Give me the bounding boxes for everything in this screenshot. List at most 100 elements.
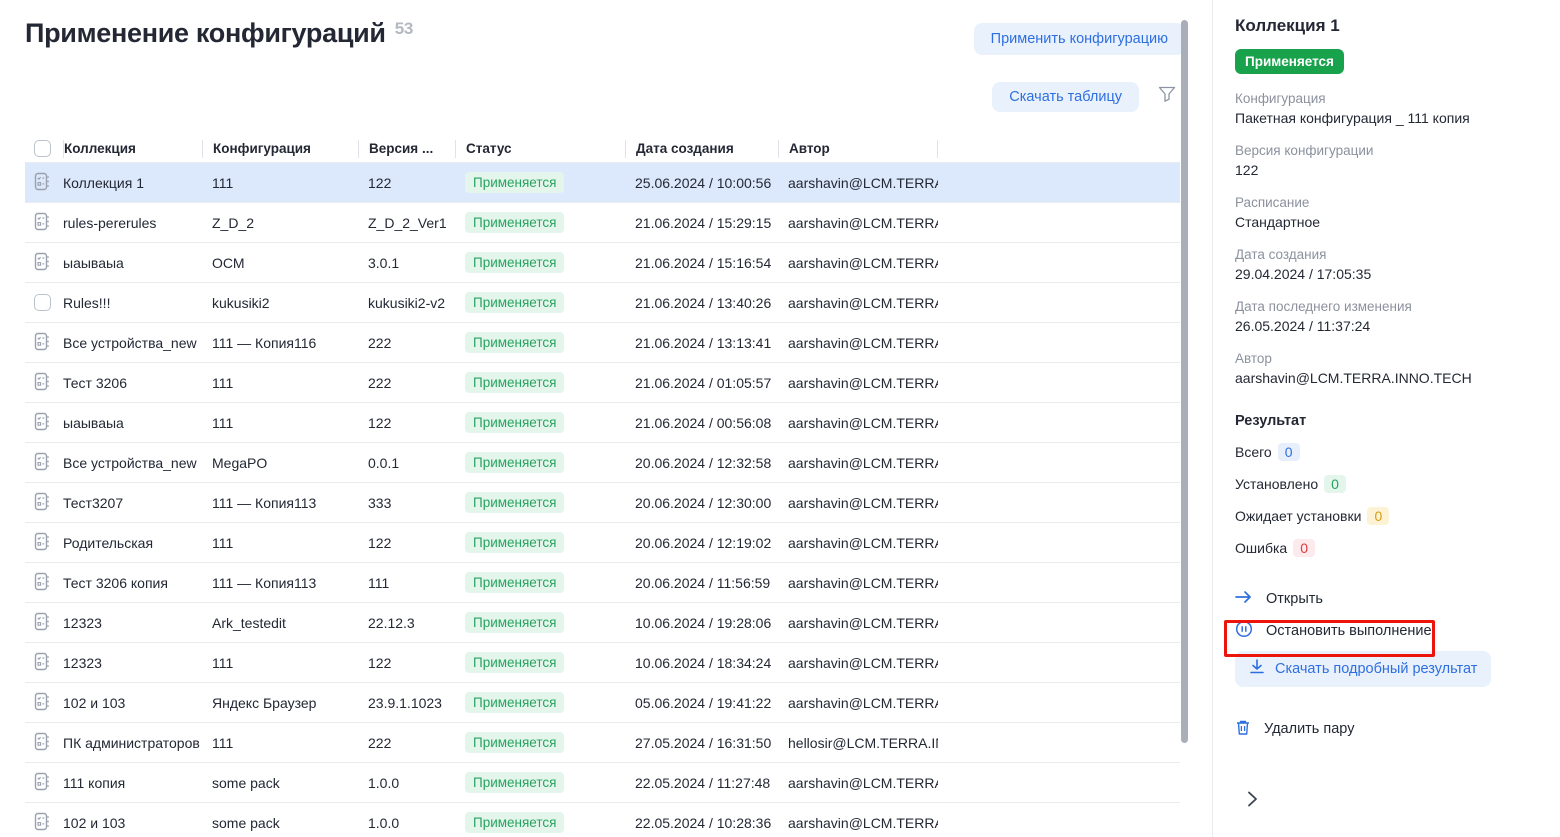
- result-installed: Установлено0: [1235, 475, 1538, 493]
- row-lead: [25, 252, 63, 274]
- status-badge: Применяется: [465, 532, 564, 553]
- download-detailed-result-label: Скачать подробный результат: [1275, 661, 1477, 677]
- cell-created: 27.05.2024 / 16:31:50: [625, 735, 778, 751]
- cell-status: Применяется: [455, 812, 625, 833]
- table-row[interactable]: Все устройства_new MegaPO 0.0.1 Применяе…: [25, 443, 1180, 483]
- table-row[interactable]: Коллекция 1 111 122 Применяется 25.06.20…: [25, 163, 1180, 203]
- table-row[interactable]: rules-pererules Z_D_2 Z_D_2_Ver1 Применя…: [25, 203, 1180, 243]
- field-config-version: Версия конфигурации 122: [1235, 143, 1538, 178]
- cell-collection: Тест 3206: [63, 375, 202, 391]
- status-badge: Применяется: [465, 332, 564, 353]
- cell-collection: Все устройства_new: [63, 455, 202, 471]
- delete-pair-button[interactable]: Удалить пару: [1235, 713, 1538, 745]
- cell-version: 0.0.1: [358, 455, 455, 471]
- page-title-text: Применение конфигураций: [25, 18, 386, 48]
- result-error: Ошибка0: [1235, 539, 1538, 557]
- cell-version: 222: [358, 735, 455, 751]
- stop-execution-button[interactable]: Остановить выполнение: [1235, 615, 1538, 647]
- table-row[interactable]: ПК администраторов 111 222 Применяется 2…: [25, 723, 1180, 763]
- column-header-created: Дата создания: [625, 140, 778, 158]
- table-scrollbar[interactable]: [1181, 0, 1189, 837]
- collapse-panel-button[interactable]: [1245, 790, 1260, 811]
- table-row[interactable]: 102 и 103 some pack 1.0.0 Применяется 22…: [25, 803, 1180, 837]
- cell-collection: Rules!!!: [63, 295, 202, 311]
- table-row[interactable]: 102 и 103 Яндекс Браузер 23.9.1.1023 При…: [25, 683, 1180, 723]
- table-row[interactable]: 12323 111 122 Применяется 10.06.2024 / 1…: [25, 643, 1180, 683]
- row-lead: [25, 652, 63, 674]
- row-count: 53: [395, 19, 413, 38]
- details-panel: Коллекция 1 Применяется Конфигурация Пак…: [1212, 0, 1560, 837]
- table-row[interactable]: 111 копия some pack 1.0.0 Применяется 22…: [25, 763, 1180, 803]
- table-row[interactable]: ыаываыа 111 122 Применяется 21.06.2024 /…: [25, 403, 1180, 443]
- table-row[interactable]: Тест 3206 111 222 Применяется 21.06.2024…: [25, 363, 1180, 403]
- cell-collection: ыаываыа: [63, 415, 202, 431]
- table-row[interactable]: 12323 Ark_testedit 22.12.3 Применяется 1…: [25, 603, 1180, 643]
- cell-collection: Тест3207: [63, 495, 202, 511]
- row-lead: [25, 492, 63, 514]
- cell-status: Применяется: [455, 212, 625, 233]
- field-value: 26.05.2024 / 11:37:24: [1235, 318, 1538, 334]
- apply-configuration-button[interactable]: Применить конфигурацию: [974, 23, 1185, 55]
- field-value: aarshavin@LCM.TERRA.INNO.TECH: [1235, 370, 1538, 386]
- table-row[interactable]: Все устройства_new 111 — Копия116 222 Пр…: [25, 323, 1180, 363]
- cell-author: aarshavin@LCM.TERRA.INNO.TECH: [778, 415, 938, 431]
- status-badge: Применяется: [465, 212, 564, 233]
- collection-type-icon: [34, 532, 51, 554]
- result-total-badge: 0: [1278, 443, 1300, 461]
- cell-configuration: 111: [202, 175, 358, 191]
- cell-created: 05.06.2024 / 19:41:22: [625, 695, 778, 711]
- cell-version: 122: [358, 535, 455, 551]
- cell-version: 122: [358, 415, 455, 431]
- field-created-date: Дата создания 29.04.2024 / 17:05:35: [1235, 247, 1538, 282]
- table-row[interactable]: Тест 3206 копия 111 — Копия113 111 Приме…: [25, 563, 1180, 603]
- field-value: 29.04.2024 / 17:05:35: [1235, 266, 1538, 282]
- cell-collection: 12323: [63, 615, 202, 631]
- table-row[interactable]: Родительская 111 122 Применяется 20.06.2…: [25, 523, 1180, 563]
- column-header-configuration: Конфигурация: [202, 140, 358, 158]
- arrow-right-icon: [1235, 590, 1253, 608]
- cell-configuration: Ark_testedit: [202, 615, 358, 631]
- column-header-status: Статус: [455, 140, 625, 158]
- cell-configuration: kukusiki2: [202, 295, 358, 311]
- download-table-button[interactable]: Скачать таблицу: [992, 82, 1139, 112]
- cell-collection: Родительская: [63, 535, 202, 551]
- cell-status: Применяется: [455, 492, 625, 513]
- cell-version: 111: [358, 575, 455, 591]
- cell-configuration: 111 — Копия113: [202, 575, 358, 591]
- table-row[interactable]: Тест3207 111 — Копия113 333 Применяется …: [25, 483, 1180, 523]
- field-modified-date: Дата последнего изменения 26.05.2024 / 1…: [1235, 299, 1538, 334]
- filter-button[interactable]: [1158, 86, 1176, 106]
- page-title: Применение конфигураций 53: [25, 18, 413, 49]
- cell-author: aarshavin@LCM.TERRA.INNO.TECH: [778, 215, 938, 231]
- collection-type-icon: [34, 452, 51, 474]
- table-row[interactable]: Rules!!! kukusiki2 kukusiki2-v2 Применяе…: [25, 283, 1180, 323]
- cell-version: 1.0.0: [358, 815, 455, 831]
- status-badge: Применяется: [465, 412, 564, 433]
- row-lead: [25, 772, 63, 794]
- cell-author: aarshavin@LCM.TERRA.INNO.TECH: [778, 655, 938, 671]
- cell-status: Применяется: [455, 292, 625, 313]
- result-label: Ожидает установки: [1235, 508, 1361, 524]
- cell-created: 21.06.2024 / 13:40:26: [625, 295, 778, 311]
- column-header-version: Версия ...: [358, 140, 455, 158]
- table-row[interactable]: ыаываыа ОСМ 3.0.1 Применяется 21.06.2024…: [25, 243, 1180, 283]
- result-heading: Результат: [1235, 413, 1538, 429]
- cell-created: 21.06.2024 / 00:56:08: [625, 415, 778, 431]
- cell-author: hellosir@LCM.TERRA.INNO.TECH: [778, 735, 938, 751]
- cell-collection: 102 и 103: [63, 815, 202, 831]
- cell-configuration: ОСМ: [202, 255, 358, 271]
- field-value: 122: [1235, 162, 1538, 178]
- row-lead: [25, 732, 63, 754]
- download-detailed-result-button[interactable]: Скачать подробный результат: [1235, 651, 1491, 687]
- result-error-badge: 0: [1293, 539, 1315, 557]
- details-status-badge: Применяется: [1235, 49, 1344, 74]
- collection-type-icon: [34, 652, 51, 674]
- row-checkbox[interactable]: [34, 294, 51, 311]
- scrollbar-thumb[interactable]: [1181, 20, 1188, 743]
- cell-author: aarshavin@LCM.TERRA.INNO.TECH: [778, 495, 938, 511]
- cell-created: 10.06.2024 / 18:34:24: [625, 655, 778, 671]
- select-all-checkbox[interactable]: [34, 140, 51, 157]
- cell-status: Применяется: [455, 452, 625, 473]
- result-total: Всего0: [1235, 443, 1538, 461]
- open-button[interactable]: Открыть: [1235, 583, 1538, 615]
